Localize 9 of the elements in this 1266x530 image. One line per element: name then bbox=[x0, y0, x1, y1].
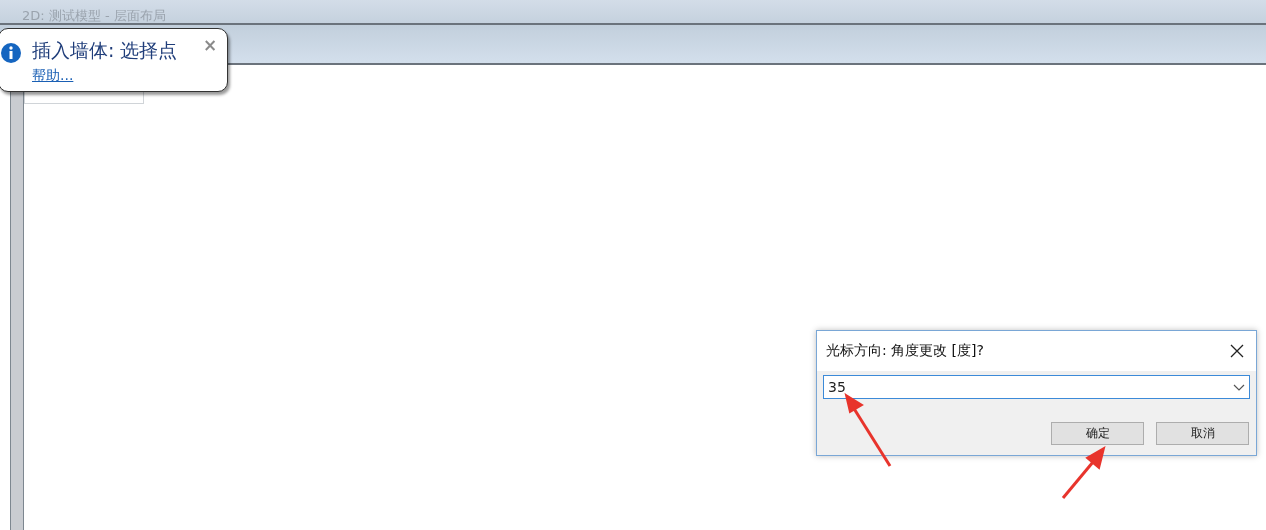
tooltip-title: 插入墙体: 选择点 bbox=[32, 38, 178, 63]
help-link[interactable]: 帮助... bbox=[32, 67, 74, 85]
close-icon[interactable] bbox=[1230, 344, 1244, 358]
cancel-button[interactable]: 取消 bbox=[1156, 422, 1249, 445]
ok-button[interactable]: 确定 bbox=[1051, 422, 1144, 445]
chevron-down-icon[interactable] bbox=[1233, 383, 1245, 391]
angle-combo-field[interactable]: 35 bbox=[823, 375, 1250, 399]
dialog-title: 光标方向: 角度更改 [度]? bbox=[826, 342, 984, 360]
arrow-annotation bbox=[1061, 445, 1106, 499]
